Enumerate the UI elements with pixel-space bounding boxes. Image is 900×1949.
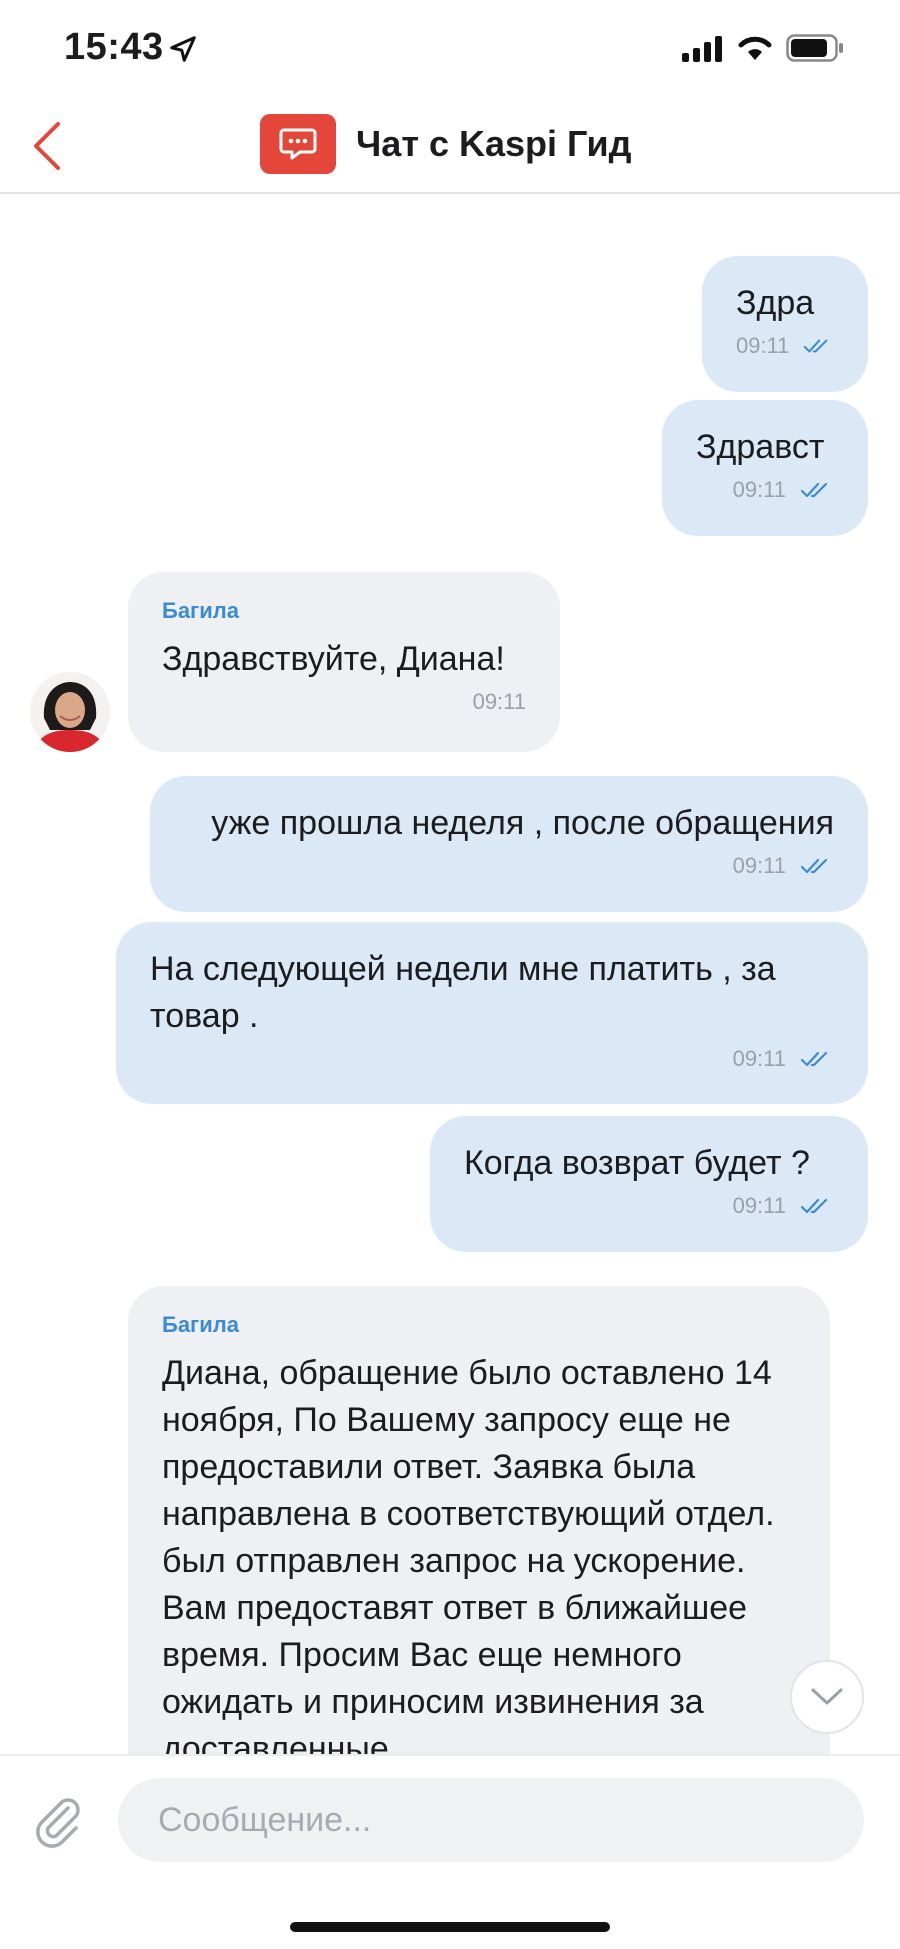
chat-header: Чат с Kaspi Гид — [0, 100, 900, 194]
message-time: 09:11 — [736, 333, 790, 358]
message-text: Когда возврат будет ? — [464, 1144, 810, 1182]
message-input[interactable] — [118, 1778, 864, 1862]
message-text: Здравст — [696, 428, 825, 466]
message-text: Здравствуйте, Диана! — [162, 640, 505, 678]
outgoing-message[interactable]: Здра 09:11 — [702, 256, 868, 392]
sender-name: Багила — [162, 598, 239, 623]
incoming-message[interactable]: Багила Диана, обращение было оставлено 1… — [128, 1286, 830, 1754]
sender-name: Багила — [162, 1312, 239, 1337]
message-meta: 09:11 — [150, 1046, 834, 1072]
message-meta: 09:11 — [736, 333, 834, 359]
attach-button[interactable] — [30, 1792, 86, 1848]
double-check-icon — [800, 1198, 828, 1214]
outgoing-message[interactable]: уже прошла неделя , после обращения 09:1… — [150, 776, 868, 912]
message-text: На следующей недели мне платить , за тов… — [150, 950, 776, 1035]
chevron-down-icon — [811, 1688, 843, 1705]
outgoing-message[interactable]: Когда возврат будет ? 09:11 — [430, 1116, 868, 1252]
status-bar: 15:43 — [0, 0, 900, 100]
double-check-icon — [804, 339, 828, 353]
message-time: 09:11 — [472, 689, 526, 714]
message-time: 09:11 — [732, 477, 786, 502]
wifi-icon — [738, 36, 772, 60]
message-meta: 09:11 — [464, 1193, 834, 1219]
signal-icon — [682, 36, 722, 62]
paperclip-icon — [36, 1798, 80, 1848]
message-meta: 09:11 — [162, 689, 526, 715]
outgoing-message[interactable]: На следующей недели мне платить , за тов… — [116, 922, 868, 1104]
avatar[interactable] — [30, 672, 110, 752]
incoming-message[interactable]: Багила Здравствуйте, Диана! 09:11 — [128, 572, 560, 752]
page-title: Чат с Kaspi Гид — [356, 123, 632, 164]
double-check-icon — [800, 482, 828, 498]
back-button[interactable] — [26, 118, 76, 174]
message-meta: 09:11 — [696, 477, 834, 503]
message-time: 09:11 — [732, 1193, 786, 1218]
double-check-icon — [800, 858, 828, 874]
message-text: уже прошла неделя , после обращения — [211, 804, 834, 842]
message-text: Диана, обращение было оставлено 14 ноябр… — [162, 1354, 775, 1754]
scroll-down-button[interactable] — [790, 1660, 864, 1734]
home-indicator — [290, 1922, 610, 1932]
battery-icon — [786, 34, 843, 62]
message-time: 09:11 — [732, 1046, 786, 1071]
message-time: 09:11 — [732, 853, 786, 878]
composer-bar — [0, 1754, 900, 1949]
message-text: Здра — [736, 284, 815, 322]
outgoing-message[interactable]: Здравст 09:11 — [662, 400, 868, 536]
status-time: 15:43 — [64, 26, 164, 68]
message-list[interactable]: Здра 09:11 Здравст 09:11 Багила Здравств… — [0, 194, 900, 1754]
chat-bubble-icon — [260, 114, 336, 174]
double-check-icon — [800, 1051, 828, 1067]
header-center: Чат с Kaspi Гид — [260, 114, 632, 174]
message-meta: 09:11 — [184, 853, 834, 879]
back-chevron-icon — [34, 122, 60, 170]
location-arrow-icon — [170, 36, 196, 62]
